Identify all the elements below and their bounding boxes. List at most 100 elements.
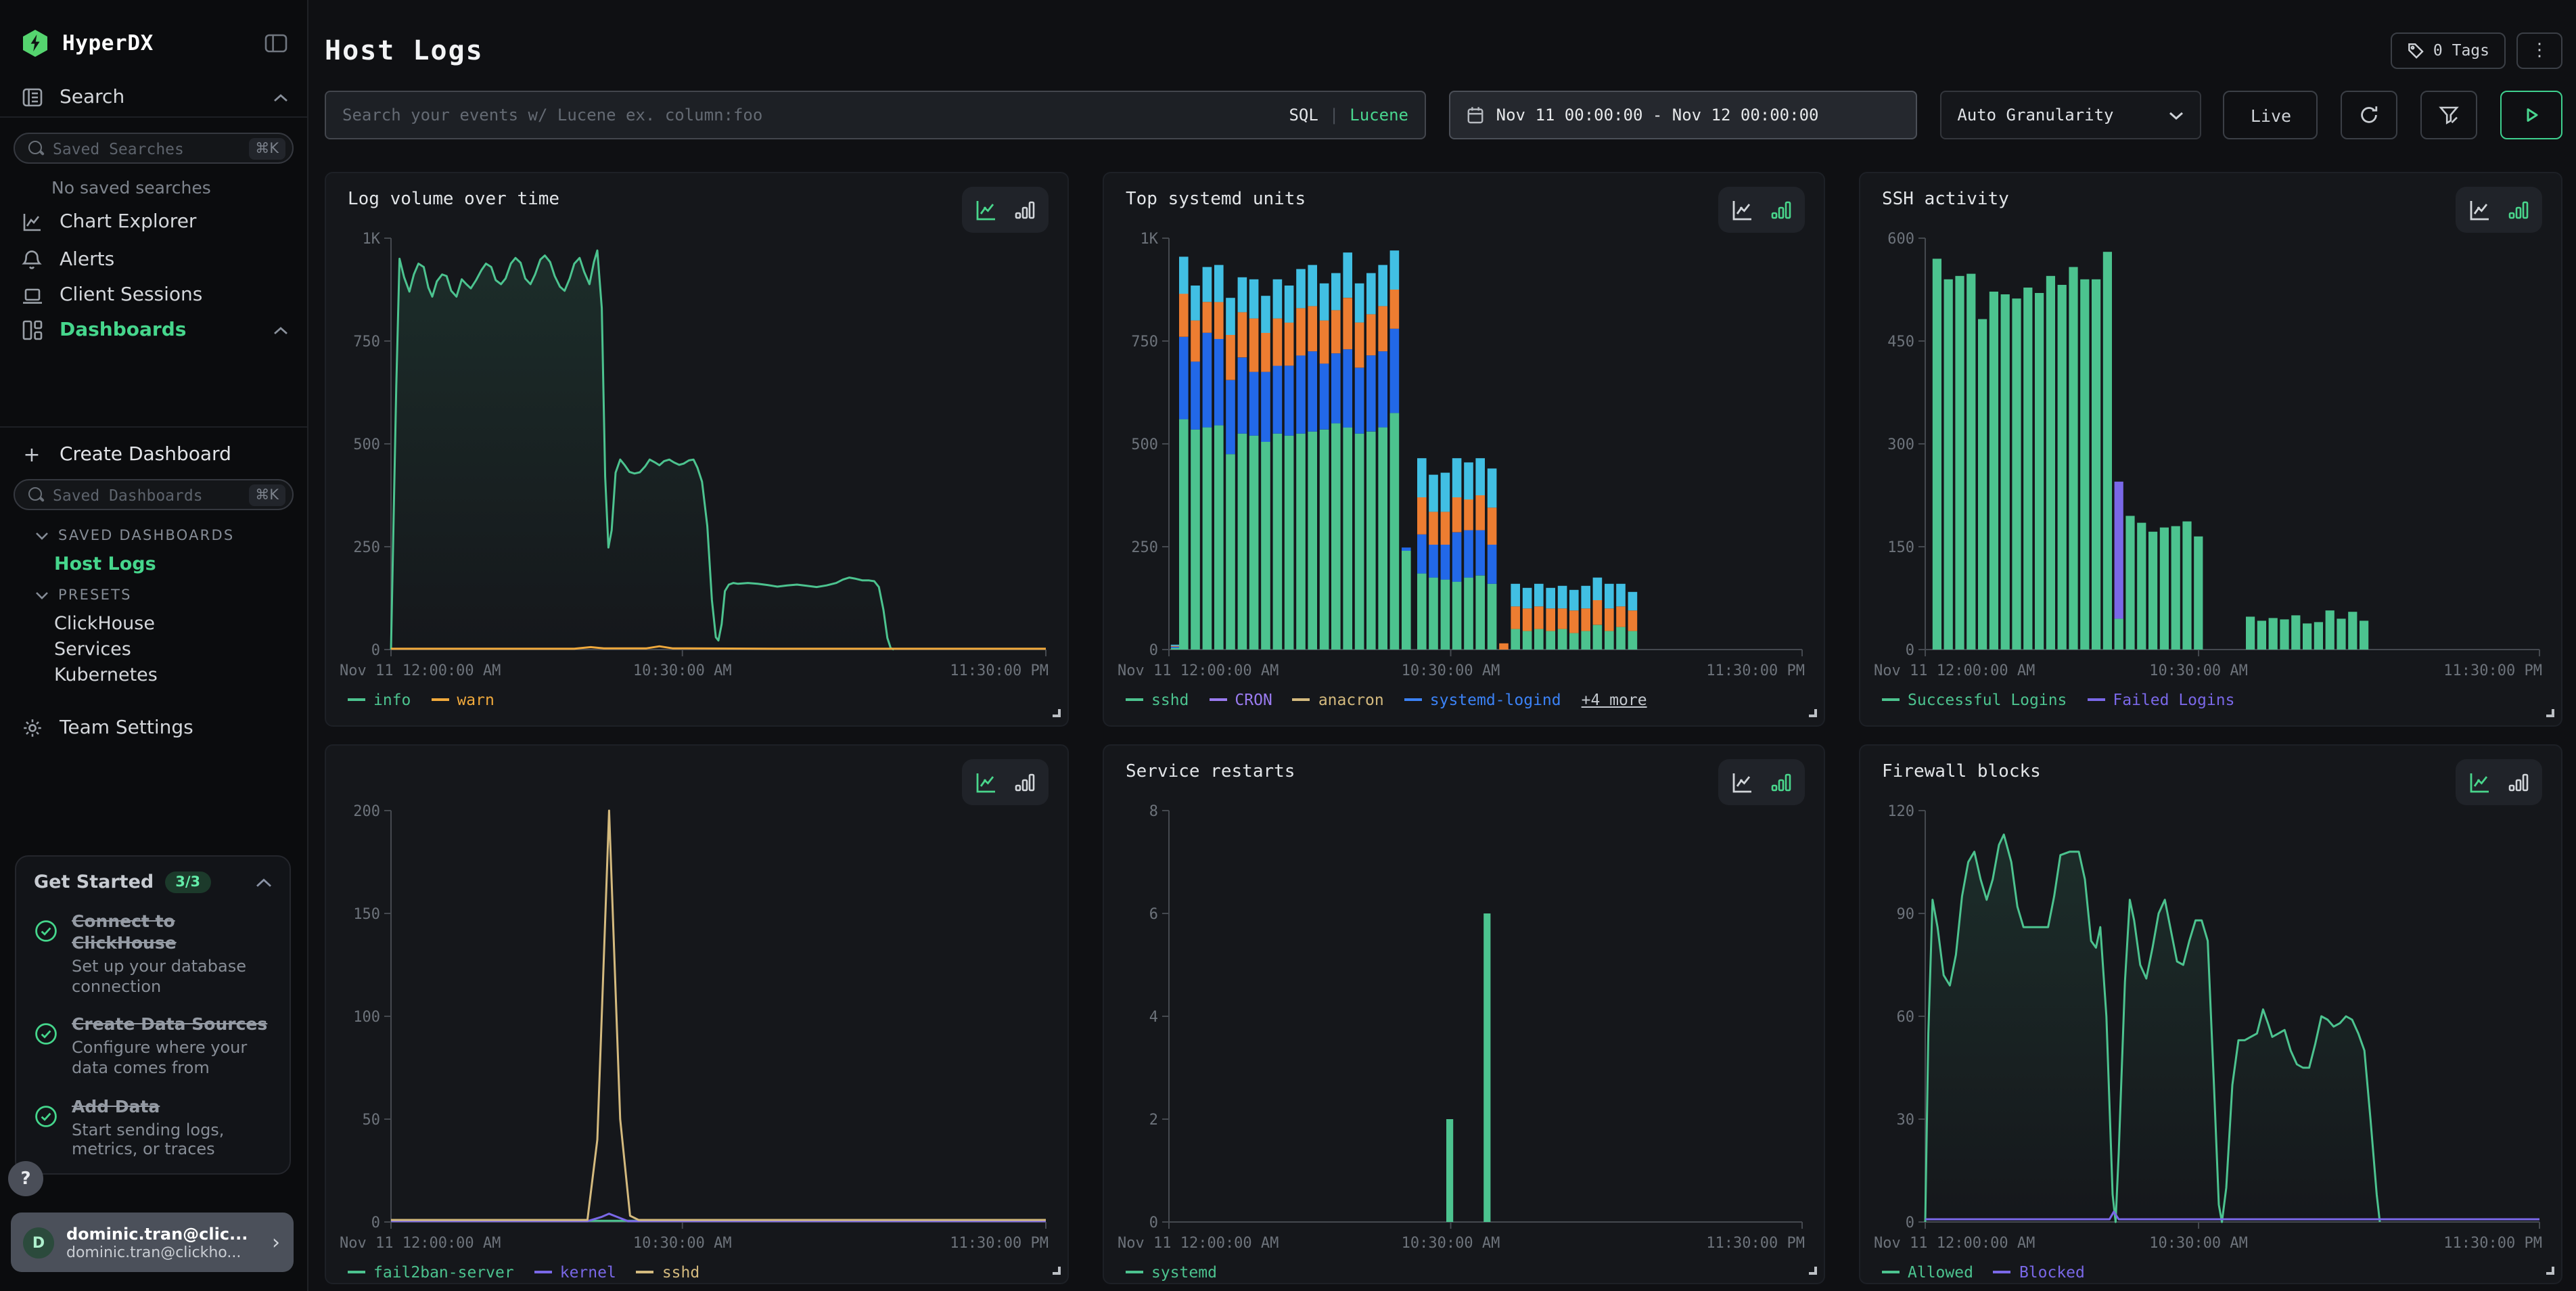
legend-item[interactable]: Allowed [1882, 1263, 1973, 1282]
resize-handle[interactable] [1053, 709, 1061, 717]
saved-dashboards-input[interactable]: Saved Dashboards ⌘K [14, 479, 294, 510]
sidebar-item-label: Client Sessions [60, 284, 202, 306]
legend-more-link[interactable]: +4 more [1582, 690, 1647, 709]
run-query-button[interactable] [2500, 91, 2562, 139]
filter-button[interactable] [2420, 91, 2477, 139]
saved-dashboards-section-header[interactable]: SAVED DASHBOARDS [35, 528, 294, 544]
chevron-up-icon[interactable] [273, 319, 288, 341]
legend-item[interactable]: Successful Logins [1882, 690, 2067, 709]
resize-handle[interactable] [1809, 709, 1817, 717]
host-services-chart[interactable]: 050100150200Nov 11 12:00:00 AM10:30:00 A… [340, 800, 1049, 1257]
date-range-picker[interactable]: Nov 11 00:00:00 - Nov 12 00:00:00 [1449, 91, 1917, 139]
line-view-toggle-icon[interactable] [974, 771, 998, 794]
legend-item[interactable]: anacron [1293, 690, 1384, 709]
sidebar-item-team-settings[interactable]: Team Settings [0, 709, 307, 747]
sql-mode-toggle[interactable]: SQL [1289, 106, 1318, 124]
sidebar-item-client-sessions[interactable]: Client Sessions [0, 276, 307, 314]
chart-title: SSH activity [1882, 189, 2009, 210]
get-started-card: Get Started 3/3 Connect to ClickHouse Se… [15, 855, 291, 1175]
sidebar-dashboard-host-logs[interactable]: Host Logs [54, 553, 156, 575]
legend-item[interactable]: systemd-logind [1404, 690, 1561, 709]
live-button[interactable]: Live [2224, 91, 2318, 139]
svg-text:10:30:00 AM: 10:30:00 AM [1402, 1235, 1500, 1252]
bar-view-toggle-icon[interactable] [1013, 771, 1036, 793]
get-started-item-connect[interactable]: Connect to ClickHouse Set up your databa… [34, 911, 272, 997]
shortcut-badge: ⌘K [248, 484, 285, 505]
svg-text:300: 300 [1887, 436, 1914, 453]
legend-item[interactable]: systemd [1126, 1263, 1217, 1282]
sidebar-preset-clickhouse[interactable]: ClickHouse [54, 613, 155, 635]
sidebar-item-search[interactable]: Search [0, 78, 307, 116]
svg-text:500: 500 [353, 436, 380, 453]
bar-view-toggle-icon[interactable] [2507, 771, 2530, 793]
saved-dashboards-placeholder: Saved Dashboards [53, 485, 248, 504]
sidebar-item-dashboards[interactable]: Dashboards [0, 311, 307, 349]
legend-item[interactable]: sshd [637, 1263, 699, 1282]
resize-handle[interactable] [1053, 1267, 1061, 1275]
svg-text:250: 250 [353, 539, 380, 556]
resize-handle[interactable] [2546, 709, 2554, 717]
svg-text:10:30:00 AM: 10:30:00 AM [633, 662, 732, 679]
bar-view-toggle-icon[interactable] [1013, 199, 1036, 221]
sidebar-preset-services[interactable]: Services [54, 639, 131, 660]
sidebar-collapse-icon[interactable] [264, 32, 288, 54]
kebab-menu-button[interactable]: ⋮ [2516, 32, 2562, 68]
line-view-toggle-icon[interactable] [974, 198, 998, 221]
legend-item[interactable]: warn [431, 690, 494, 709]
sidebar-item-chart-explorer[interactable]: Chart Explorer [0, 203, 307, 241]
get-started-progress-badge: 3/3 [164, 871, 211, 893]
svg-text:Nov 11 12:00:00 AM: Nov 11 12:00:00 AM [1118, 1235, 1279, 1252]
svg-text:0: 0 [1149, 1215, 1158, 1231]
sidebar-preset-kubernetes[interactable]: Kubernetes [54, 664, 158, 686]
page-title: Host Logs [325, 34, 484, 66]
bar-view-toggle-icon[interactable] [1770, 199, 1793, 221]
no-saved-searches-note: No saved searches [51, 177, 211, 198]
get-started-item-add-data[interactable]: Add Data Start sending logs, metrics, or… [34, 1095, 272, 1160]
user-menu[interactable]: D dominic.tran@clic... dominic.tran@clic… [11, 1213, 294, 1272]
saved-searches-input[interactable]: Saved Searches ⌘K [14, 133, 294, 164]
refresh-button[interactable] [2341, 91, 2398, 139]
tags-button[interactable]: 0 Tags [2391, 32, 2506, 68]
event-search-input[interactable]: Search your events w/ Lucene ex. column:… [325, 91, 1426, 139]
bar-view-toggle-icon[interactable] [1770, 771, 1793, 793]
resize-handle[interactable] [2546, 1267, 2554, 1275]
granularity-select[interactable]: Auto Granularity [1939, 91, 2201, 139]
presets-section-header[interactable]: PRESETS [35, 587, 294, 604]
legend-item[interactable]: Blocked [1994, 1263, 2085, 1282]
line-view-toggle-icon[interactable] [2468, 771, 2492, 794]
legend-item[interactable]: sshd [1126, 690, 1189, 709]
chevron-up-icon[interactable] [273, 87, 288, 108]
svg-text:1K: 1K [363, 231, 381, 248]
sidebar: HyperDX Search Saved Searches [0, 0, 308, 1291]
ssh-activity-chart[interactable]: 0150300450600Nov 11 12:00:00 AM10:30:00 … [1874, 227, 2542, 685]
legend-item[interactable]: CRON [1209, 690, 1272, 709]
chevron-up-icon[interactable] [256, 872, 272, 892]
chart-title: Log volume over time [348, 189, 559, 210]
laptop-icon [20, 285, 43, 305]
lucene-mode-toggle[interactable]: Lucene [1350, 106, 1408, 124]
create-dashboard-button[interactable]: + Create Dashboard [0, 436, 307, 474]
svg-text:450: 450 [1887, 334, 1914, 350]
granularity-value: Auto Granularity [1957, 106, 2113, 124]
sidebar-item-alerts[interactable]: Alerts [0, 241, 307, 279]
line-view-toggle-icon[interactable] [2468, 198, 2492, 221]
title-bar: Host Logs 0 Tags ⋮ [325, 27, 2562, 73]
get-started-item-sources[interactable]: Create Data Sources Configure where your… [34, 1014, 272, 1079]
resize-handle[interactable] [1809, 1267, 1817, 1275]
line-view-toggle-icon[interactable] [1730, 771, 1755, 794]
log-volume-chart[interactable]: 02505007501KNov 11 12:00:00 AM10:30:00 A… [340, 227, 1049, 685]
bar-view-toggle-icon[interactable] [2507, 199, 2530, 221]
legend-item[interactable]: kernel [534, 1263, 616, 1282]
legend-item[interactable]: info [348, 690, 411, 709]
systemd-units-chart[interactable]: 02505007501KNov 11 12:00:00 AM10:30:00 A… [1118, 227, 1805, 685]
svg-text:600: 600 [1887, 231, 1914, 248]
line-view-toggle-icon[interactable] [1730, 198, 1755, 221]
service-restarts-chart[interactable]: 02468Nov 11 12:00:00 AM10:30:00 AM11:30:… [1118, 800, 1805, 1257]
firewall-blocks-chart[interactable]: 0306090120Nov 11 12:00:00 AM10:30:00 AM1… [1874, 800, 2542, 1257]
legend-item[interactable]: fail2ban-server [348, 1263, 514, 1282]
help-button[interactable]: ? [8, 1161, 43, 1196]
svg-text:10:30:00 AM: 10:30:00 AM [2149, 1235, 2248, 1252]
legend-item[interactable]: Failed Logins [2087, 690, 2234, 709]
logo-row: HyperDX [0, 24, 307, 62]
svg-text:0: 0 [371, 1215, 380, 1231]
